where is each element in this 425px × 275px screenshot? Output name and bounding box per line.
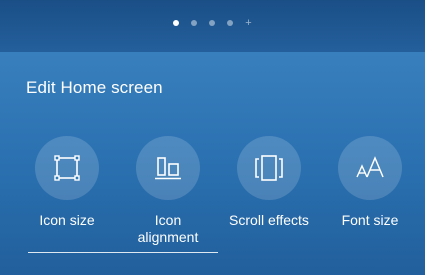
- icon-alignment-button[interactable]: [136, 136, 200, 200]
- page-dot-4[interactable]: [226, 20, 233, 26]
- icon-alignment-icon: [155, 157, 181, 180]
- add-page-icon[interactable]: +: [245, 18, 253, 29]
- icon-alignment-option[interactable]: Icon alignment: [118, 136, 218, 246]
- font-size-label: Font size: [341, 212, 399, 228]
- wallpaper-strip: [0, 0, 425, 52]
- panel-title: Edit Home screen: [26, 78, 163, 97]
- icon-size-label: Icon size: [39, 212, 95, 228]
- page-indicator: +: [0, 18, 425, 29]
- scroll-effects-button[interactable]: [237, 136, 301, 200]
- selection-underline: [28, 252, 218, 253]
- font-size-icon: [356, 156, 384, 178]
- scroll-effects-label: Scroll effects: [229, 212, 309, 228]
- page-dot-1[interactable]: [172, 20, 179, 26]
- icon-size-button[interactable]: [35, 136, 99, 200]
- home-screen: + Edit Home screen Icon size Icon alignm…: [0, 0, 425, 275]
- scroll-effects-option[interactable]: Scroll effects: [219, 136, 319, 229]
- icon-size-option[interactable]: Icon size: [17, 136, 117, 229]
- font-size-option[interactable]: Font size: [320, 136, 420, 229]
- page-dot-3[interactable]: [208, 20, 215, 26]
- scroll-effects-icon: [255, 155, 283, 181]
- icon-size-icon: [54, 155, 80, 181]
- page-dot-2[interactable]: [190, 20, 197, 26]
- icon-alignment-label: Icon alignment: [137, 212, 199, 245]
- font-size-button[interactable]: [338, 136, 402, 200]
